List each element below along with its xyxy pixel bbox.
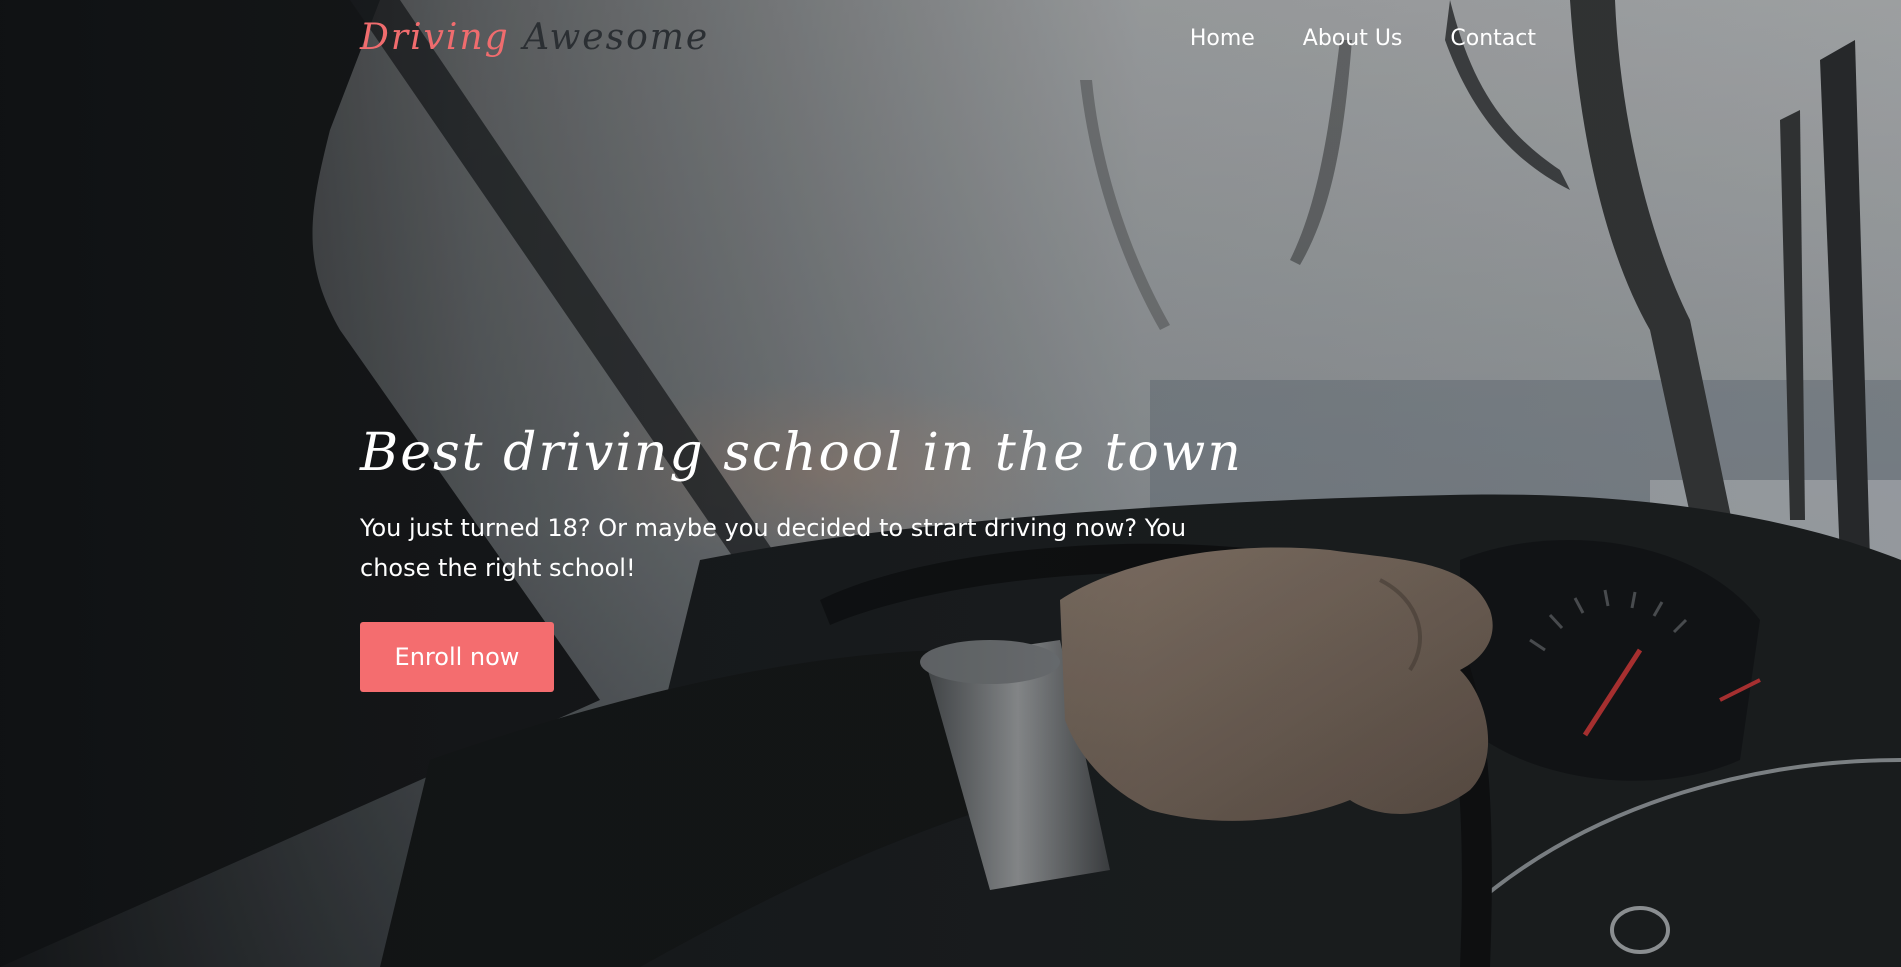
hero-title: Best driving school in the town [360, 423, 1243, 483]
hero-content: Best driving school in the town You just… [360, 418, 1260, 692]
nav-link-contact[interactable]: Contact [1450, 26, 1536, 51]
nav-link-about-us[interactable]: About Us [1303, 26, 1403, 51]
hero-subtitle: You just turned 18? Or maybe you decided… [360, 514, 1187, 582]
nav-item-home: Home [1190, 26, 1255, 51]
enroll-now-button[interactable]: Enroll now [360, 622, 554, 692]
brand-logo[interactable]: Driving Awesome [360, 14, 709, 62]
nav-links: Home About Us Contact [1190, 14, 1536, 62]
top-navbar: Driving Awesome Home About Us Contact [360, 14, 1536, 66]
nav-item-contact: Contact [1450, 26, 1536, 51]
nav-link-home[interactable]: Home [1190, 26, 1255, 51]
hero-section: Driving Awesome Home About Us Contact Be… [0, 0, 1901, 967]
brand-logo-second-word: Awesome [509, 17, 710, 58]
nav-item-about-us: About Us [1303, 26, 1403, 51]
brand-logo-first-word: Driving [360, 17, 510, 58]
